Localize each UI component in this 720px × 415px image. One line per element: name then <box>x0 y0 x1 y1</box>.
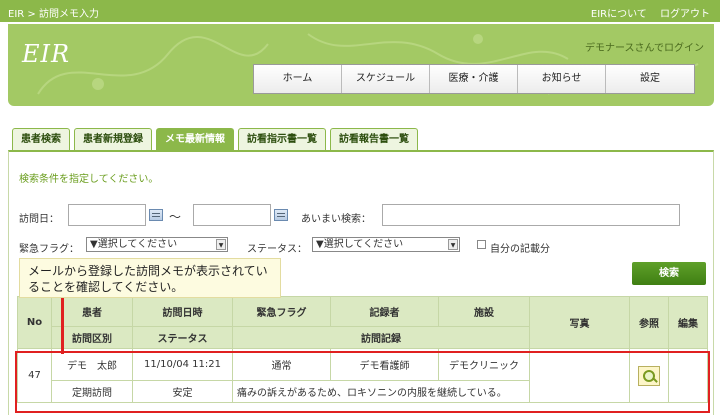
visit-date-from-input[interactable] <box>68 204 146 226</box>
breadcrumb: EIR > 訪問メモ入力 <box>8 9 99 20</box>
row-facility: デモクリニック <box>438 348 530 381</box>
chevron-down-icon: ▼ <box>216 239 226 250</box>
row-status: 安定 <box>132 380 233 403</box>
calendar-icon[interactable] <box>274 209 288 221</box>
logout-link[interactable]: ログアウト <box>660 9 710 20</box>
header-photo: 写真 <box>529 296 630 349</box>
header-no: No <box>17 296 52 349</box>
tab-latest-memos[interactable]: メモ最新情報 <box>156 128 234 150</box>
row-recorder: デモ看護師 <box>330 348 439 381</box>
tab-new-patient[interactable]: 患者新規登録 <box>74 128 152 150</box>
visit-date-label: 訪問日： <box>19 214 59 225</box>
table-header-row: No 患者 訪問日時 緊急フラグ 記録者 施設 写真 参照 編集 <box>17 296 708 349</box>
date-range-separator: 〜 <box>169 210 182 224</box>
tab-patient-search[interactable]: 患者検索 <box>12 128 70 150</box>
visit-date-to-input[interactable] <box>193 204 271 226</box>
row-no: 47 <box>17 348 52 403</box>
tab-bar: 患者検索 患者新規登録 メモ最新情報 訪看指示書一覧 訪看報告書一覧 <box>12 128 422 150</box>
row-view <box>629 348 669 403</box>
search-hint: 検索条件を指定してください。 <box>19 174 159 185</box>
fuzzy-search-input[interactable] <box>382 204 680 226</box>
nav-medical-care[interactable]: 医療・介護 <box>430 65 518 93</box>
header-view: 参照 <box>629 296 669 349</box>
header-urgency: 緊急フラグ <box>232 296 331 327</box>
search-button[interactable]: 検索 <box>632 262 706 285</box>
main-panel: 検索条件を指定してください。 訪問日： 〜 あいまい検索： 緊急フラグ： ▼選択… <box>8 150 714 415</box>
header-visit-record: 訪問記録 <box>232 326 530 349</box>
calendar-icon[interactable] <box>149 209 163 221</box>
fuzzy-search-label: あいまい検索： <box>301 214 371 225</box>
eir-logo: EIR <box>22 40 71 68</box>
about-link[interactable]: EIRについて <box>591 9 647 20</box>
header-edit: 編集 <box>668 296 708 349</box>
magnifier-icon[interactable] <box>638 365 660 386</box>
status-label: ステータス： <box>247 244 307 255</box>
nav-schedule[interactable]: スケジュール <box>342 65 430 93</box>
nav-settings[interactable]: 設定 <box>606 65 694 93</box>
row-urgency: 通常 <box>232 348 331 381</box>
header-facility: 施設 <box>438 296 530 327</box>
callout-pointer <box>61 298 64 354</box>
tab-report-list[interactable]: 訪看報告書一覧 <box>330 128 418 150</box>
header-status: ステータス <box>132 326 233 349</box>
status-value: ▼選択してください <box>316 239 404 250</box>
top-links: EIRについて ログアウト <box>581 5 710 20</box>
header-recorder: 記録者 <box>330 296 439 327</box>
urgency-flag-select[interactable]: ▼選択してください ▼ <box>86 237 228 252</box>
urgency-flag-label: 緊急フラグ： <box>19 244 79 255</box>
own-records-checkbox[interactable] <box>477 240 486 249</box>
site-header: EIR デモナースさんでログイン ホーム スケジュール 医療・介護 お知らせ 設… <box>8 24 714 106</box>
own-records-label: 自分の記載分 <box>490 244 550 255</box>
tab-instruction-list[interactable]: 訪看指示書一覧 <box>238 128 326 150</box>
chevron-down-icon: ▼ <box>448 239 458 250</box>
row-edit <box>668 348 708 403</box>
header-visit-datetime: 訪問日時 <box>132 296 233 327</box>
main-nav: ホーム スケジュール 医療・介護 お知らせ 設定 <box>253 64 695 94</box>
nav-news[interactable]: お知らせ <box>518 65 606 93</box>
urgency-flag-value: ▼選択してください <box>90 239 178 250</box>
row-datetime: 11/10/04 11:21 <box>132 348 233 381</box>
status-select[interactable]: ▼選択してください ▼ <box>312 237 460 252</box>
nav-home[interactable]: ホーム <box>254 65 342 93</box>
table-row[interactable]: 47 デモ 太郎 11/10/04 11:21 通常 デモ看護師 デモクリニック <box>17 348 708 403</box>
top-bar: EIR > 訪問メモ入力 EIRについて ログアウト <box>0 0 720 22</box>
memo-table: No 患者 訪問日時 緊急フラグ 記録者 施設 写真 参照 編集 訪問区別 ステ… <box>17 296 708 403</box>
row-photo <box>529 348 630 403</box>
login-status: デモナースさんでログイン <box>585 43 704 54</box>
row-visit-type: 定期訪問 <box>51 380 133 403</box>
instruction-callout: メールから登録した訪問メモが表示されていることを確認してください。 <box>19 258 281 298</box>
row-memo: 痛みの訴えがあるため、ロキソニンの内服を継続している。 <box>232 380 530 403</box>
